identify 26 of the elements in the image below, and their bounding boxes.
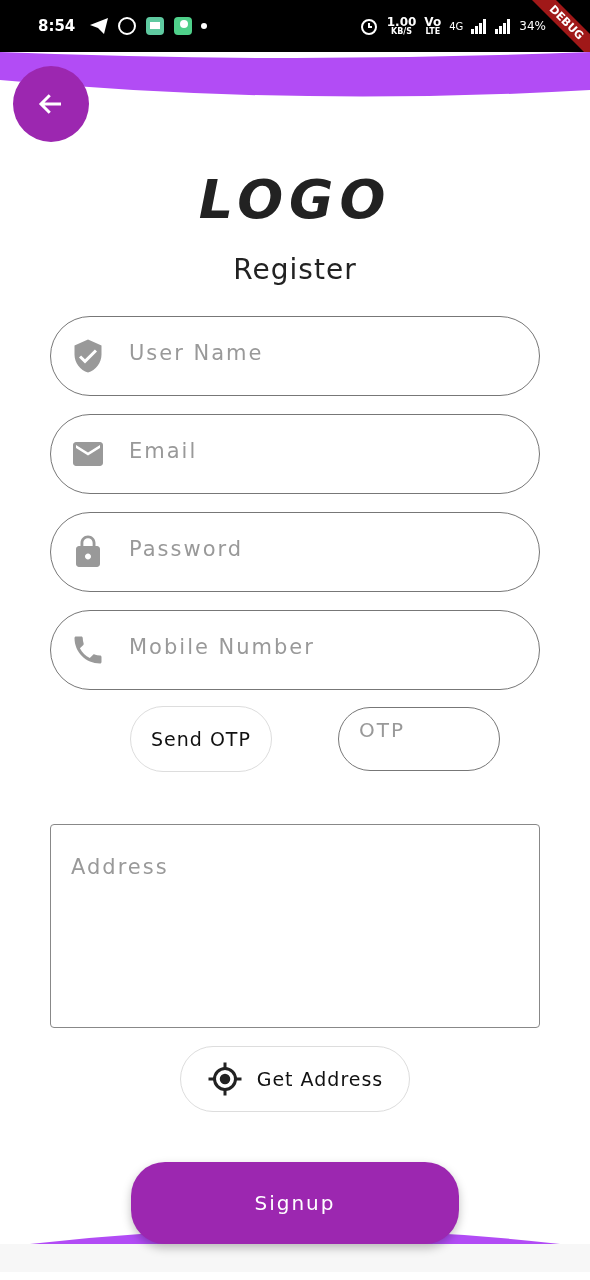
signup-button[interactable]: Signup <box>131 1162 459 1244</box>
page-title: Register <box>233 253 357 286</box>
speed-unit: KB/S <box>391 28 412 36</box>
network-speed: 1.00 <box>386 16 417 28</box>
send-otp-button[interactable]: Send OTP <box>130 706 272 772</box>
input-field[interactable]: User Name <box>50 316 540 396</box>
get-address-button[interactable]: Get Address <box>180 1046 410 1112</box>
app-icon <box>173 16 194 36</box>
clock-time: 8:54 <box>38 17 76 35</box>
paper-plane-icon <box>89 16 110 36</box>
lte-label: LTE <box>425 28 441 36</box>
input-field[interactable]: Mobile Number <box>50 610 540 690</box>
address-field[interactable]: Address <box>50 824 540 1028</box>
alarm-icon <box>358 16 379 36</box>
signal-icon <box>495 18 512 34</box>
input-field[interactable]: Email <box>50 414 540 494</box>
input-field[interactable]: Password <box>50 512 540 592</box>
otp-field[interactable]: OTP <box>337 707 500 771</box>
volte-label: Vo <box>424 16 442 28</box>
logo-text: LOGO <box>198 168 392 231</box>
app-icon <box>145 16 166 36</box>
battery-level: 34% <box>519 19 546 33</box>
network-type: 4G <box>449 20 464 32</box>
notification-dot-icon <box>201 23 208 29</box>
signal-icon <box>471 18 488 34</box>
crosshair-icon <box>206 1061 243 1097</box>
